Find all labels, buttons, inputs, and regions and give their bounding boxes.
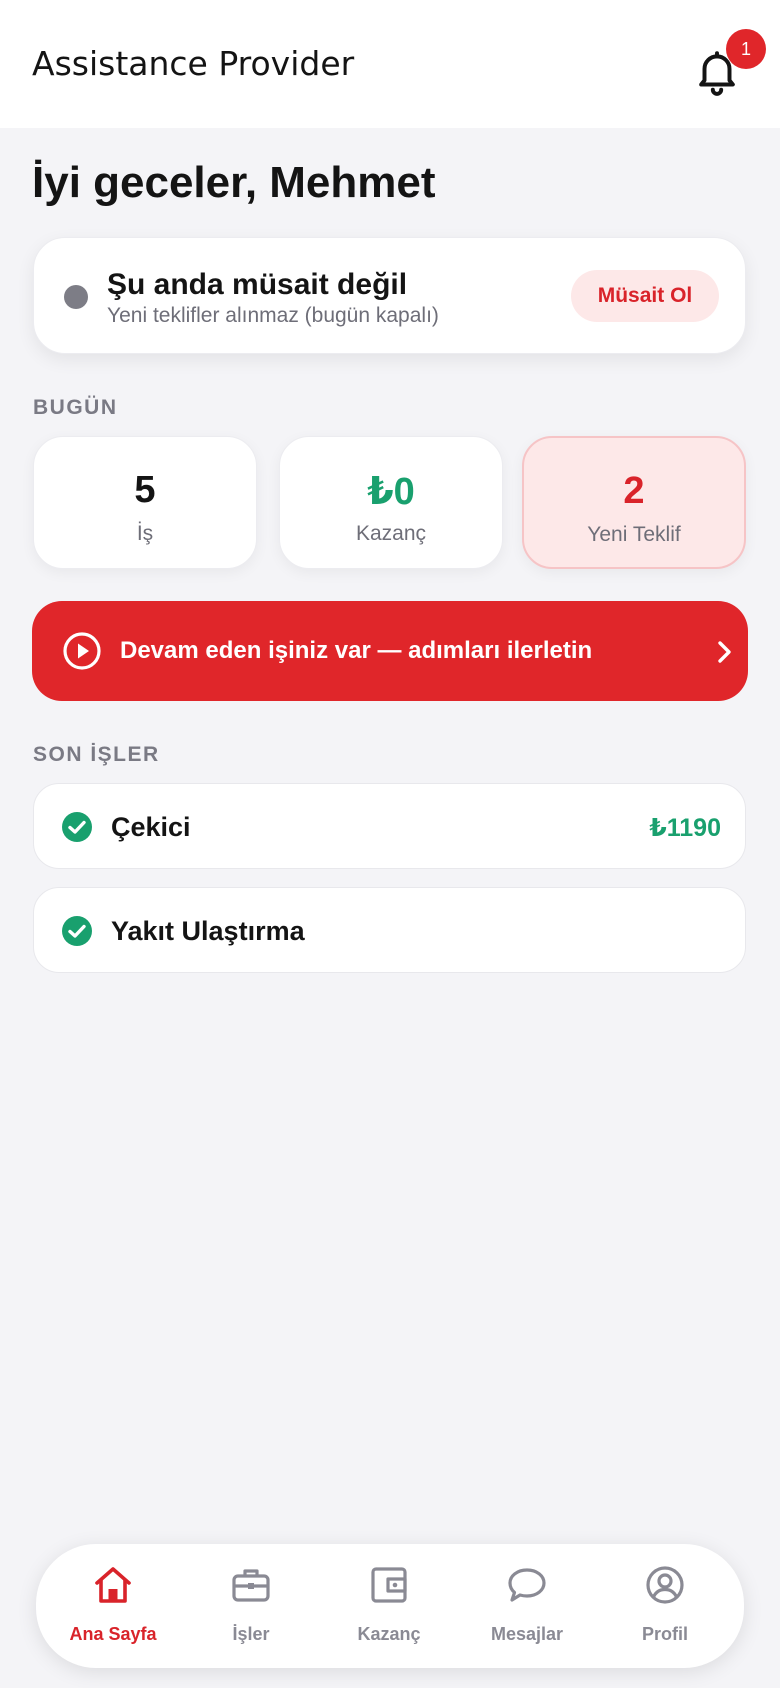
stat-value: 5	[134, 469, 156, 511]
nav-label: İşler	[232, 1624, 270, 1644]
nav-label: Mesajlar	[490, 1624, 564, 1644]
nav-label: Profil	[641, 1624, 688, 1644]
availability-card: Şu anda müsait değil Yeni teklifler alın…	[33, 237, 746, 354]
job-title: Yakıt Ulaştırma	[111, 916, 305, 946]
chat-bubble-icon	[508, 1568, 546, 1602]
become-available-button[interactable]: Müsait Ol	[571, 270, 719, 322]
briefcase-icon	[232, 1569, 270, 1602]
stat-value: ₺0	[367, 471, 415, 513]
recent-jobs-section-label: SON İŞLER	[33, 743, 160, 766]
play-circle-icon	[63, 632, 101, 670]
app-title: Assistance Provider	[32, 43, 355, 83]
stat-card-jobs[interactable]: 5 İş	[33, 436, 257, 569]
greeting-title: İyi geceler, Mehmet	[32, 158, 436, 207]
stat-label: Yeni Teklif	[587, 523, 681, 546]
nav-label: Ana Sayfa	[69, 1624, 157, 1644]
home-icon	[95, 1567, 131, 1603]
availability-status-subtitle: Yeni teklifler alınmaz (bugün kapalı)	[107, 304, 439, 327]
job-title: Çekici	[111, 812, 191, 842]
recent-job-item[interactable]: Çekici ₺1190	[33, 783, 746, 869]
nav-item-profile[interactable]: Profil	[596, 1544, 734, 1668]
nav-item-jobs[interactable]: İşler	[182, 1544, 320, 1668]
nav-item-messages[interactable]: Mesajlar	[458, 1544, 596, 1668]
ongoing-job-banner[interactable]: Devam eden işiniz var — adımları ilerlet…	[32, 601, 748, 701]
bottom-navigation: Ana Sayfa İşler Kazanç Mesajlar Profil	[36, 1544, 744, 1668]
stat-value: 2	[623, 470, 645, 512]
nav-label: Kazanç	[357, 1624, 421, 1644]
notification-badge: 1	[726, 29, 766, 69]
today-section-label: BUGÜN	[33, 396, 118, 419]
app-root: Assistance Provider 1 İyi geceler, Mehme…	[0, 0, 780, 1688]
stat-label: Kazanç	[355, 522, 427, 545]
ongoing-job-banner-text: Devam eden işiniz var — adımları ilerlet…	[120, 637, 593, 664]
top-header: Assistance Provider 1	[0, 0, 780, 128]
nav-item-home[interactable]: Ana Sayfa	[44, 1544, 182, 1668]
wallet-icon	[371, 1567, 407, 1603]
user-circle-icon	[646, 1566, 684, 1604]
stat-label: İş	[136, 522, 154, 545]
availability-status-title: Şu anda müsait değil	[107, 268, 408, 301]
check-circle-icon	[62, 812, 92, 842]
notifications-button[interactable]: 1	[680, 29, 766, 99]
nav-item-earnings[interactable]: Kazanç	[320, 1544, 458, 1668]
job-amount: ₺1190	[649, 814, 721, 842]
stat-card-new-offers[interactable]: 2 Yeni Teklif	[522, 436, 746, 569]
status-dot-icon	[64, 285, 88, 309]
recent-job-item[interactable]: Yakıt Ulaştırma	[33, 887, 746, 973]
check-circle-icon	[62, 916, 92, 946]
chevron-right-icon	[718, 641, 731, 663]
stat-card-earnings[interactable]: ₺0 Kazanç	[279, 436, 503, 569]
